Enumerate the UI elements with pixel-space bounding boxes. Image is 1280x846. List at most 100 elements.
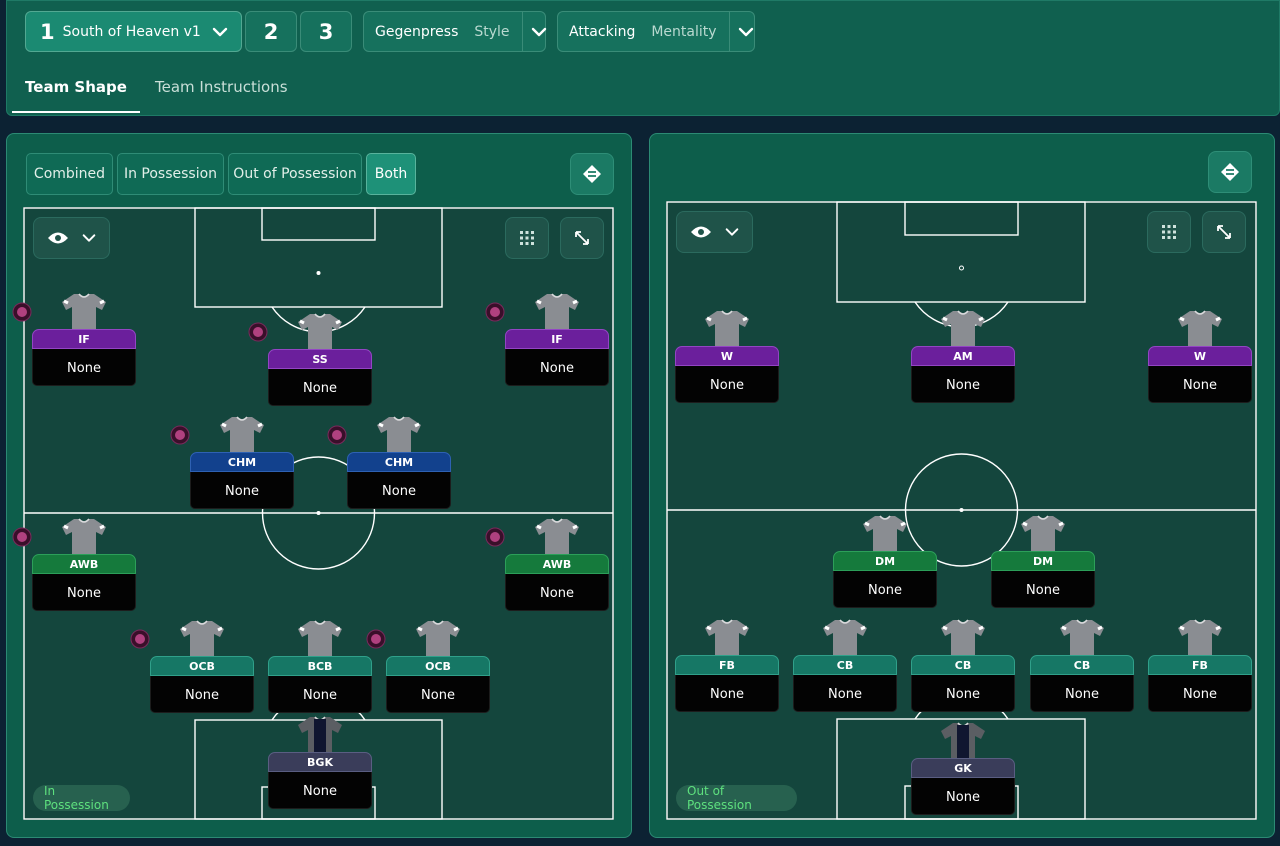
player-slot[interactable]: OCB None — [366, 620, 490, 713]
player-slot[interactable]: DM None — [833, 515, 937, 608]
player-duty: None — [268, 676, 372, 713]
player-slot[interactable]: CB None — [911, 619, 1015, 712]
player-duty: None — [675, 366, 779, 403]
view-tab-both[interactable]: Both — [366, 153, 416, 195]
shirt-icon — [298, 313, 342, 352]
player-slot[interactable]: W None — [675, 310, 779, 403]
player-mark-icon — [485, 527, 505, 547]
player-slot[interactable]: W None — [1148, 310, 1252, 403]
mentality-label: Mentality — [651, 23, 717, 40]
player-role: BGK — [268, 752, 372, 772]
eye-icon — [47, 232, 68, 244]
player-slot[interactable]: BGK None — [268, 716, 372, 809]
player-mark-icon — [130, 629, 150, 649]
player-role: CB — [911, 655, 1015, 675]
chevron-down-icon[interactable] — [205, 11, 235, 52]
player-role: CHM — [347, 452, 451, 472]
shirt-icon — [62, 518, 106, 557]
shirt-icon — [535, 293, 579, 332]
player-slot[interactable]: SS None — [248, 313, 372, 406]
player-slot[interactable]: IF None — [12, 293, 136, 386]
tactic-slot-1[interactable]: 1 South of Heaven v1 — [25, 11, 242, 52]
style-label: Style — [474, 23, 510, 40]
player-mark-icon — [327, 425, 347, 445]
swap-button[interactable] — [1208, 151, 1252, 193]
phase-badge: In Possession — [33, 784, 130, 812]
player-role: DM — [833, 551, 937, 571]
chevron-down-icon[interactable] — [521, 11, 556, 52]
player-duty: None — [32, 349, 136, 386]
player-role: AM — [911, 346, 1015, 366]
tab-label: Team Shape — [25, 78, 127, 96]
mentality-combo: Attacking Mentality — [558, 11, 763, 52]
view-tab-in-possession[interactable]: In Possession — [117, 153, 224, 195]
player-duty: None — [1148, 366, 1252, 403]
shirt-icon — [941, 619, 985, 658]
player-slot[interactable]: IF None — [485, 293, 609, 386]
shirt-icon — [416, 620, 460, 659]
player-slot[interactable]: AWB None — [12, 518, 136, 611]
player-slot[interactable]: BCB None — [268, 620, 372, 713]
shirt-icon — [62, 293, 106, 332]
mentality-selector[interactable]: Attacking Mentality — [557, 11, 755, 52]
shirt-icon — [1178, 619, 1222, 658]
player-slot[interactable]: CB None — [793, 619, 897, 712]
player-role: AWB — [505, 554, 609, 574]
player-role: IF — [32, 329, 136, 349]
shirt-icon — [1178, 310, 1222, 349]
expand-icon — [1217, 225, 1231, 239]
visibility-toggle[interactable] — [676, 211, 753, 253]
grid-view-icon — [520, 231, 534, 245]
shirt-icon — [535, 518, 579, 557]
view-tab-combined[interactable]: Combined — [26, 153, 113, 195]
player-duty: None — [911, 675, 1015, 712]
tactic-slot-3[interactable]: 3 — [300, 11, 352, 52]
player-duty: None — [991, 571, 1095, 608]
player-slot[interactable]: OCB None — [130, 620, 254, 713]
tactic-slot-2[interactable]: 2 — [245, 11, 297, 52]
player-slot[interactable]: CHM None — [170, 416, 294, 509]
player-slot[interactable]: DM None — [991, 515, 1095, 608]
player-slot[interactable]: FB None — [675, 619, 779, 712]
expand-button[interactable] — [1202, 211, 1246, 253]
player-role: SS — [268, 349, 372, 369]
player-slot[interactable]: CB None — [1030, 619, 1134, 712]
grid-view-icon — [1162, 225, 1176, 239]
swap-button[interactable] — [570, 153, 614, 195]
player-duty: None — [911, 778, 1015, 815]
player-mark-icon — [12, 302, 32, 322]
player-slot[interactable]: AWB None — [485, 518, 609, 611]
player-slot[interactable]: GK None — [911, 722, 1015, 815]
grid-view-button[interactable] — [1147, 211, 1191, 253]
shirt-icon — [705, 619, 749, 658]
player-role: OCB — [386, 656, 490, 676]
grid-view-button[interactable] — [505, 217, 549, 259]
player-slot[interactable]: FB None — [1148, 619, 1252, 712]
player-role: OCB — [150, 656, 254, 676]
chevron-down-icon[interactable] — [728, 11, 763, 52]
player-duty: None — [347, 472, 451, 509]
player-role: FB — [1148, 655, 1252, 675]
view-tab-out-of-possession[interactable]: Out of Possession — [228, 153, 362, 195]
player-role: W — [1148, 346, 1252, 366]
player-duty: None — [150, 676, 254, 713]
player-role: CHM — [190, 452, 294, 472]
expand-button[interactable] — [560, 217, 604, 259]
chevron-down-icon — [82, 234, 95, 242]
tactic-slot-number: 2 — [263, 19, 279, 44]
shirt-icon — [823, 619, 867, 658]
player-slot[interactable]: AM None — [911, 310, 1015, 403]
shirt-icon — [298, 620, 342, 659]
player-mark-icon — [366, 629, 386, 649]
visibility-toggle[interactable] — [33, 217, 110, 259]
player-slot[interactable]: CHM None — [327, 416, 451, 509]
player-duty: None — [32, 574, 136, 611]
style-selector[interactable]: Gegenpress Style — [363, 11, 547, 52]
player-duty: None — [505, 349, 609, 386]
player-role: DM — [991, 551, 1095, 571]
swap-icon — [583, 165, 601, 183]
player-duty: None — [675, 675, 779, 712]
shirt-icon — [1060, 619, 1104, 658]
tab-team-instructions[interactable]: Team Instructions — [155, 61, 288, 113]
tab-team-shape[interactable]: Team Shape — [12, 61, 140, 113]
